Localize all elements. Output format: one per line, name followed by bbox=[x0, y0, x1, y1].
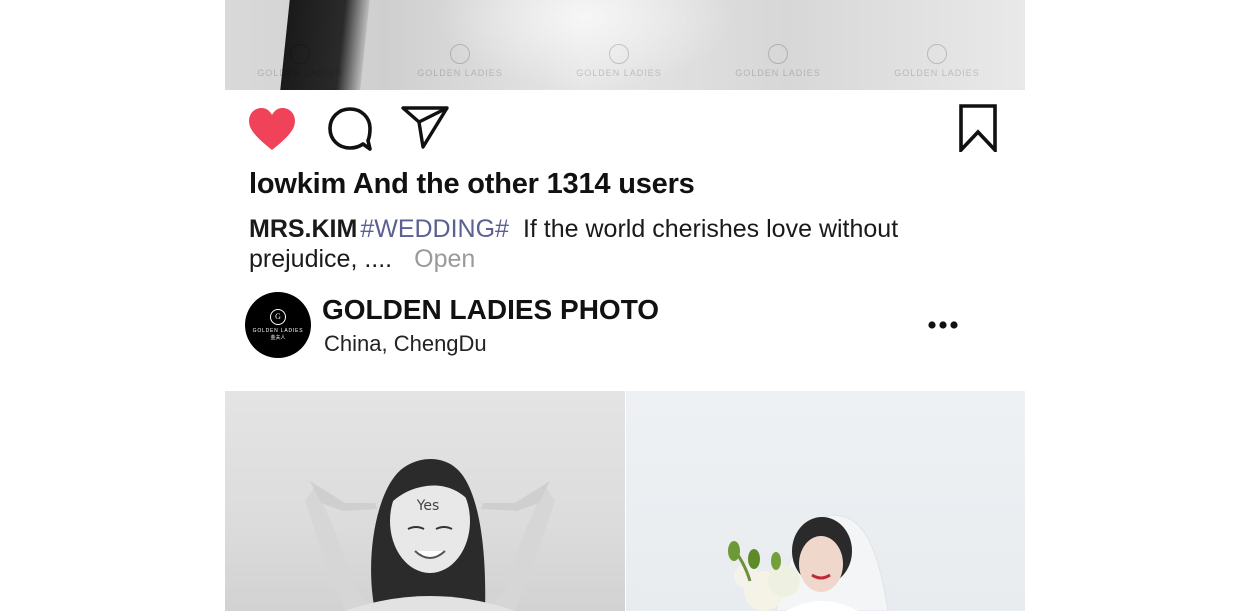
watermark: GOLDEN LADIES bbox=[240, 44, 360, 78]
avatar-brand: GOLDEN LADIES bbox=[252, 328, 304, 334]
watermark: GOLDEN LADIES bbox=[559, 44, 679, 78]
action-bar bbox=[225, 90, 1025, 170]
post-caption: MRS.KIM #WEDDING# If the world cherishes l… bbox=[249, 214, 949, 274]
avatar-monogram: G bbox=[270, 309, 286, 325]
more-dots-icon[interactable] bbox=[927, 319, 959, 331]
likes-summary[interactable]: lowkim And the other 1314 users bbox=[249, 168, 695, 201]
post-photo-top[interactable]: GOLDEN LADIES GOLDEN LADIES GOLDEN LADIE… bbox=[225, 0, 1025, 90]
post-card: GOLDEN LADIES GOLDEN LADIES GOLDEN LADIE… bbox=[225, 0, 1025, 611]
account-location[interactable]: China, ChengDu bbox=[324, 331, 487, 357]
caption-hashtag[interactable]: #WEDDING# bbox=[360, 215, 509, 243]
bookmark-icon[interactable] bbox=[959, 104, 997, 152]
forehead-text: Yes bbox=[416, 498, 440, 514]
post-photo-gallery: Yes bbox=[225, 391, 1025, 611]
watermark: GOLDEN LADIES bbox=[718, 44, 838, 78]
comment-icon[interactable] bbox=[327, 106, 373, 152]
avatar[interactable]: G GOLDEN LADIES 金夫人 bbox=[245, 292, 311, 358]
avatar-brand-cn: 金夫人 bbox=[270, 335, 286, 341]
watermark: GOLDEN LADIES bbox=[877, 44, 997, 78]
watermark: GOLDEN LADIES bbox=[400, 44, 520, 78]
photo-bride-bouquet[interactable] bbox=[626, 391, 1025, 611]
caption-open-link[interactable]: Open bbox=[414, 245, 475, 273]
photo-bride-yes[interactable]: Yes bbox=[225, 391, 625, 611]
account-name[interactable]: GOLDEN LADIES PHOTO bbox=[322, 294, 659, 326]
account-row: G GOLDEN LADIES 金夫人 GOLDEN LADIES PHOTO … bbox=[245, 292, 1005, 360]
send-icon[interactable] bbox=[401, 105, 449, 149]
bride-bouquet-illustration bbox=[728, 514, 889, 611]
heart-icon[interactable] bbox=[247, 106, 297, 154]
bride-illustration: Yes bbox=[305, 459, 555, 611]
caption-author[interactable]: MRS.KIM bbox=[249, 215, 357, 243]
